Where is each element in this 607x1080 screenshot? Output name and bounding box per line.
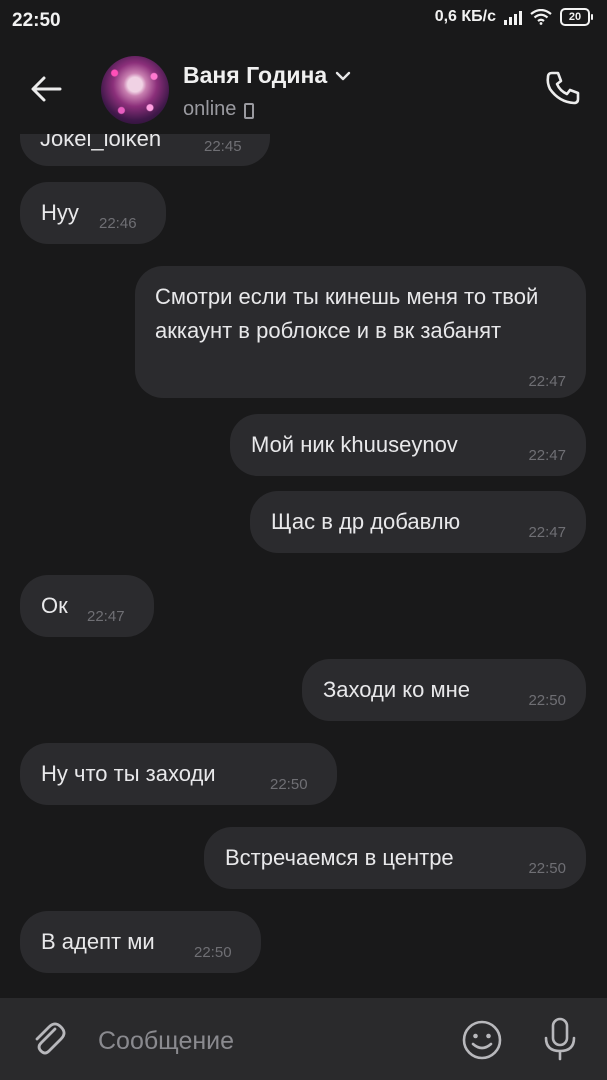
message-text: Мой ник khuuseynov	[251, 432, 458, 457]
smile-icon[interactable]	[460, 1018, 504, 1062]
message-time: 22:50	[528, 692, 566, 709]
composer-bar	[0, 998, 607, 1080]
status-indicators: 0,6 КБ/с 20	[435, 8, 593, 26]
message-text: В адепт ми	[41, 929, 155, 954]
battery-icon: 20	[560, 8, 593, 26]
message-time: 22:50	[528, 860, 566, 877]
status-bar: 22:50 0,6 КБ/с 20	[0, 0, 607, 44]
phone-icon[interactable]	[543, 68, 583, 108]
message-incoming[interactable]: Ок 22:47	[20, 575, 154, 637]
message-outgoing[interactable]: Встречаемся в центре 22:50	[204, 827, 586, 889]
message-text: Jokel_lolken	[40, 134, 162, 151]
arrow-left-icon[interactable]	[26, 69, 66, 109]
message-time: 22:47	[528, 447, 566, 464]
message-time: 22:47	[528, 373, 566, 390]
message-incoming[interactable]: В адепт ми 22:50	[20, 911, 261, 973]
message-outgoing[interactable]: Щас в др добавлю 22:47	[250, 491, 586, 553]
message-time: 22:46	[99, 215, 137, 232]
paperclip-icon[interactable]	[28, 1018, 70, 1060]
chevron-down-icon	[335, 71, 351, 80]
message-text: Встречаемся в центре	[225, 845, 454, 870]
presence-status: online	[183, 98, 255, 121]
network-speed: 0,6 КБ/с	[434, 8, 496, 25]
microphone-icon[interactable]	[540, 1016, 580, 1062]
avatar[interactable]	[101, 56, 169, 124]
message-incoming[interactable]: Jokel_lolken 22:45	[20, 134, 270, 166]
message-outgoing[interactable]: Смотри если ты кинешь меня то твой аккау…	[135, 266, 586, 398]
message-text: Щас в др добавлю	[271, 509, 461, 534]
message-text: Заходи ко мне	[323, 677, 470, 702]
message-outgoing[interactable]: Мой ник khuuseynov 22:47	[230, 414, 586, 476]
message-text: Ну что ты заходи	[41, 761, 216, 786]
message-incoming[interactable]: Нуу 22:46	[20, 182, 166, 244]
message-input[interactable]	[96, 1020, 450, 1062]
message-text: Смотри если ты кинешь меня то твой аккау…	[155, 284, 539, 343]
message-text: Нуу	[41, 200, 79, 225]
battery-level: 20	[560, 8, 590, 26]
message-time: 22:47	[87, 608, 125, 625]
signal-icon	[504, 9, 522, 25]
wifi-icon	[530, 9, 552, 25]
message-text: Ок	[41, 593, 68, 618]
message-time: 22:45	[204, 138, 242, 155]
status-time: 22:50	[12, 10, 61, 31]
message-outgoing[interactable]: Заходи ко мне 22:50	[302, 659, 586, 721]
mobile-device-icon	[244, 102, 255, 119]
message-incoming[interactable]: Ну что ты заходи 22:50	[20, 743, 337, 805]
presence-label: online	[183, 98, 237, 120]
contact-name-label: Ваня Година	[183, 62, 328, 88]
contact-name[interactable]: Ваня Година	[183, 62, 351, 89]
chat-header: Ваня Година online	[0, 44, 607, 134]
message-list[interactable]: Jokel_lolken 22:45 Нуу 22:46 Смотри если…	[0, 134, 607, 998]
message-time: 22:50	[194, 944, 232, 961]
message-time: 22:50	[270, 776, 308, 793]
message-time: 22:47	[528, 524, 566, 541]
